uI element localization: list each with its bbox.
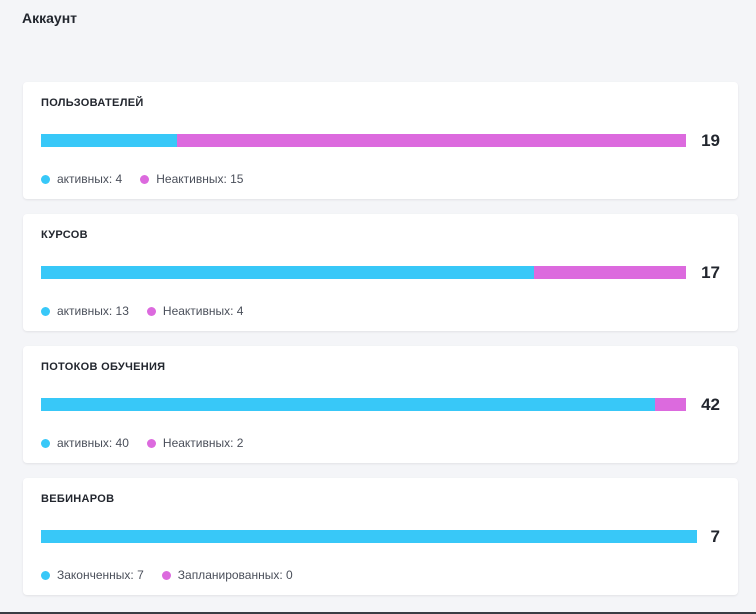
progress-bar [41, 134, 686, 147]
inactive-dot-icon [146, 438, 156, 448]
legend-item-inactive: Неактивных: 15 [140, 172, 243, 186]
legend-label: Законченных: 7 [57, 568, 144, 582]
progress-bar [41, 266, 686, 279]
active-dot-icon [41, 306, 50, 316]
legend-item-active: активных: 13 [41, 304, 129, 318]
legend: активных: 4 Неактивных: 15 [41, 172, 261, 186]
total-count: 19 [701, 131, 720, 150]
active-dot-icon [41, 174, 50, 184]
legend: активных: 13 Неактивных: 4 [41, 304, 261, 318]
inactive-dot-icon [140, 174, 150, 184]
total-count: 42 [701, 395, 720, 414]
legend-item-finished: Законченных: 7 [41, 568, 144, 582]
legend-item-inactive: Неактивных: 2 [146, 436, 244, 450]
active-segment [41, 134, 177, 147]
card-title: КУРСОВ [41, 229, 88, 241]
planned-dot-icon [161, 570, 171, 580]
legend-label: Неактивных: 4 [162, 304, 244, 318]
legend-item-planned: Запланированных: 0 [161, 568, 293, 582]
card-title: ПОТОКОВ ОБУЧЕНИЯ [41, 361, 166, 373]
courses-card: КУРСОВ 17 активных: 13 Неактивных: 4 [23, 214, 738, 331]
card-title: ПОЛЬЗОВАТЕЛЕЙ [41, 97, 144, 109]
card-title: ВЕБИНАРОВ [41, 493, 115, 505]
progress-bar [41, 530, 697, 543]
total-count: 17 [701, 263, 720, 282]
finished-dot-icon [41, 570, 50, 580]
active-dot-icon [41, 438, 50, 448]
legend-item-active: активных: 40 [41, 436, 129, 450]
webinars-card: ВЕБИНАРОВ 7 Законченных: 7 Запланированн… [23, 478, 738, 595]
legend-label: Неактивных: 2 [162, 436, 244, 450]
legend-label: Неактивных: 15 [156, 172, 244, 186]
active-segment [41, 530, 697, 543]
progress-bar [41, 398, 686, 411]
inactive-dot-icon [146, 306, 156, 316]
legend-item-inactive: Неактивных: 4 [146, 304, 244, 318]
legend-label: Запланированных: 0 [177, 568, 293, 582]
legend-label: активных: 13 [57, 304, 129, 318]
legend: активных: 40 Неактивных: 2 [41, 436, 261, 450]
legend: Законченных: 7 Запланированных: 0 [41, 568, 311, 582]
users-card: ПОЛЬЗОВАТЕЛЕЙ 19 активных: 4 Неактивных:… [23, 82, 738, 199]
inactive-segment [176, 134, 686, 147]
inactive-segment [655, 398, 686, 411]
legend-label: активных: 4 [57, 172, 123, 186]
page-title: Аккаунт [22, 10, 78, 26]
legend-item-active: активных: 4 [41, 172, 122, 186]
inactive-segment [534, 266, 686, 279]
total-count: 7 [710, 527, 720, 546]
active-segment [41, 266, 535, 279]
learning-streams-card: ПОТОКОВ ОБУЧЕНИЯ 42 активных: 40 Неактив… [23, 346, 738, 463]
legend-label: активных: 40 [57, 436, 129, 450]
active-segment [41, 398, 656, 411]
